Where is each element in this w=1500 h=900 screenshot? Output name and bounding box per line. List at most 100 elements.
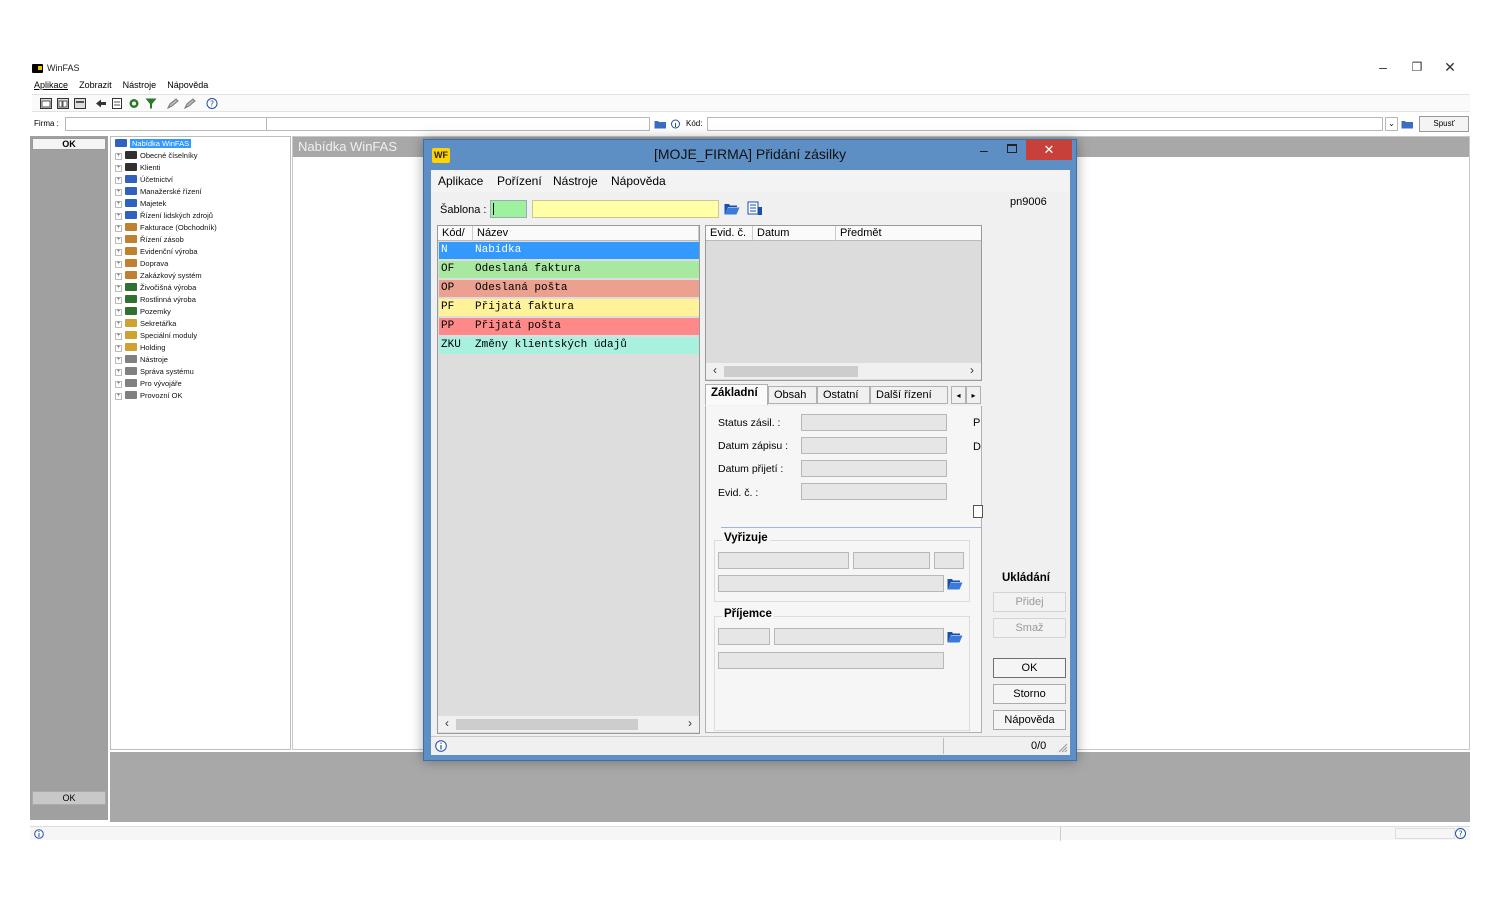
expand-icon[interactable]: + bbox=[115, 225, 122, 232]
chevron-right-icon[interactable]: › bbox=[683, 716, 697, 730]
left-ok-bottom-button[interactable]: OK bbox=[32, 791, 106, 805]
expand-icon[interactable]: + bbox=[115, 153, 122, 160]
tab-obsah[interactable]: Obsah bbox=[768, 386, 817, 404]
tree-item[interactable]: + Pozemky bbox=[115, 306, 171, 318]
main-menu-napoveda[interactable]: Nápověda bbox=[167, 80, 208, 90]
folder-open-icon[interactable] bbox=[654, 119, 667, 129]
scrollbar-thumb[interactable] bbox=[724, 366, 858, 377]
list-detail-icon[interactable] bbox=[747, 201, 763, 216]
kod-dropdown-chevron-icon[interactable]: ⌄ bbox=[1385, 117, 1398, 131]
smaz-button[interactable]: Smaž bbox=[993, 618, 1066, 638]
ok-button[interactable]: OK bbox=[993, 658, 1066, 678]
sablona-code-field[interactable] bbox=[490, 200, 527, 218]
expand-icon[interactable]: + bbox=[115, 201, 122, 208]
tree-item[interactable]: + Doprava bbox=[115, 258, 168, 270]
tree-item[interactable]: + Manažerské řízení bbox=[115, 186, 202, 198]
tree-item[interactable]: + Rostlinná výroba bbox=[115, 294, 196, 306]
expand-icon[interactable]: + bbox=[115, 249, 122, 256]
column-header-kod[interactable]: Kód/ bbox=[438, 226, 473, 241]
back-arrow-icon[interactable] bbox=[95, 98, 107, 109]
resize-grip-icon[interactable] bbox=[1058, 743, 1068, 753]
column-header-evid[interactable]: Evid. č. bbox=[706, 226, 753, 241]
expand-icon[interactable]: + bbox=[115, 333, 122, 340]
expand-icon[interactable]: + bbox=[115, 321, 122, 328]
maximize-icon[interactable] bbox=[1007, 144, 1017, 153]
folder-open-icon[interactable] bbox=[947, 577, 963, 590]
help-icon[interactable]: ? bbox=[206, 98, 218, 109]
tab-dalsi-rizeni[interactable]: Další řízení bbox=[870, 386, 948, 404]
tab-ostatni[interactable]: Ostatní bbox=[817, 386, 870, 404]
menu-nastroje[interactable]: Nástroje bbox=[553, 174, 598, 188]
document-icon[interactable] bbox=[111, 98, 123, 109]
firma-name-field[interactable] bbox=[266, 117, 650, 131]
tree-item[interactable]: + Majetek bbox=[115, 198, 166, 210]
minimize-icon[interactable]: – bbox=[1374, 59, 1392, 75]
tree-item[interactable]: + Klienti bbox=[115, 162, 160, 174]
window-icon[interactable] bbox=[74, 98, 86, 109]
napoveda-button[interactable]: Nápověda bbox=[993, 710, 1066, 730]
expand-icon[interactable]: + bbox=[115, 177, 122, 184]
pen-icon[interactable] bbox=[184, 98, 196, 109]
expand-icon[interactable]: + bbox=[115, 237, 122, 244]
restore-icon[interactable]: ❐ bbox=[1408, 60, 1426, 74]
chevron-right-icon[interactable]: › bbox=[965, 363, 979, 377]
expand-icon[interactable]: + bbox=[115, 273, 122, 280]
expand-icon[interactable]: + bbox=[115, 309, 122, 316]
expand-icon[interactable]: + bbox=[115, 285, 122, 292]
horizontal-scrollbar[interactable]: ‹ › bbox=[706, 363, 981, 379]
expand-icon[interactable]: + bbox=[115, 165, 122, 172]
list-item[interactable]: OP Odeslaná pošta bbox=[439, 280, 699, 297]
tree-item[interactable]: + Účetnictví bbox=[115, 174, 173, 186]
main-menu-zobrazit[interactable]: Zobrazit bbox=[79, 80, 112, 90]
expand-icon[interactable]: + bbox=[115, 357, 122, 364]
menu-napoveda[interactable]: Nápověda bbox=[611, 174, 666, 188]
tree-item[interactable]: Nabídka WinFAS bbox=[115, 138, 192, 150]
tree-item[interactable]: + Speciální moduly bbox=[115, 330, 197, 342]
firma-code-field[interactable] bbox=[65, 117, 292, 131]
prijemce-name-field[interactable] bbox=[774, 628, 944, 645]
main-menu-aplikace[interactable]: Aplikace bbox=[34, 80, 68, 90]
tree-item[interactable]: + Správa systému bbox=[115, 366, 194, 378]
pridej-button[interactable]: Přidej bbox=[993, 592, 1066, 612]
tree-item[interactable]: + Evidenční výroba bbox=[115, 246, 198, 258]
close-icon[interactable]: ✕ bbox=[1441, 59, 1459, 76]
column-header-predmet[interactable]: Předmět bbox=[836, 226, 981, 241]
expand-icon[interactable]: + bbox=[115, 381, 122, 388]
expand-icon[interactable]: + bbox=[115, 261, 122, 268]
window-icon[interactable] bbox=[57, 98, 69, 109]
column-header-nazev[interactable]: Název bbox=[473, 226, 699, 241]
sablona-name-field[interactable] bbox=[532, 200, 719, 218]
chevron-left-icon[interactable]: ‹ bbox=[708, 363, 722, 377]
expand-icon[interactable]: + bbox=[115, 189, 122, 196]
tree-item[interactable]: + Obecné číselníky bbox=[115, 150, 198, 162]
datum-prijeti-field[interactable] bbox=[801, 460, 947, 477]
list-item[interactable]: PF Přijatá faktura bbox=[439, 299, 699, 316]
tree-item[interactable]: + Živočišná výroba bbox=[115, 282, 196, 294]
tree-item[interactable]: + Zakázkový systém bbox=[115, 270, 202, 282]
checkbox[interactable] bbox=[973, 505, 983, 518]
help-icon[interactable]: ? bbox=[1455, 828, 1466, 839]
list-item[interactable]: ZKU Změny klientských údajů bbox=[439, 337, 699, 354]
pen-icon[interactable] bbox=[167, 98, 179, 109]
horizontal-scrollbar[interactable]: ‹ › bbox=[438, 716, 699, 732]
menu-aplikace[interactable]: Aplikace bbox=[438, 174, 483, 188]
tree-item[interactable]: + Provozní OK bbox=[115, 390, 183, 402]
chevron-left-icon[interactable]: ‹ bbox=[440, 716, 454, 730]
list-item[interactable]: N Nabídka bbox=[439, 242, 699, 259]
vyrizuje-field-2[interactable] bbox=[853, 552, 930, 569]
prijemce-address-field[interactable] bbox=[718, 652, 944, 669]
expand-icon[interactable]: + bbox=[115, 393, 122, 400]
folder-open-icon[interactable] bbox=[724, 202, 740, 215]
close-icon[interactable]: ✕ bbox=[1026, 140, 1072, 160]
expand-icon[interactable]: + bbox=[115, 213, 122, 220]
info-icon[interactable] bbox=[671, 119, 680, 129]
tab-scroll-left-icon[interactable]: ◂ bbox=[951, 386, 966, 404]
storno-button[interactable]: Storno bbox=[993, 684, 1066, 704]
spust-button[interactable]: Spusť bbox=[1419, 116, 1469, 132]
tree-item[interactable]: + Sekretářka bbox=[115, 318, 176, 330]
list-item[interactable]: OF Odeslaná faktura bbox=[439, 261, 699, 278]
list-item[interactable]: PP Přijatá pošta bbox=[439, 318, 699, 335]
kod-field[interactable] bbox=[707, 117, 1383, 131]
vyrizuje-field-1[interactable] bbox=[718, 552, 849, 569]
tree-item[interactable]: + Holding bbox=[115, 342, 165, 354]
